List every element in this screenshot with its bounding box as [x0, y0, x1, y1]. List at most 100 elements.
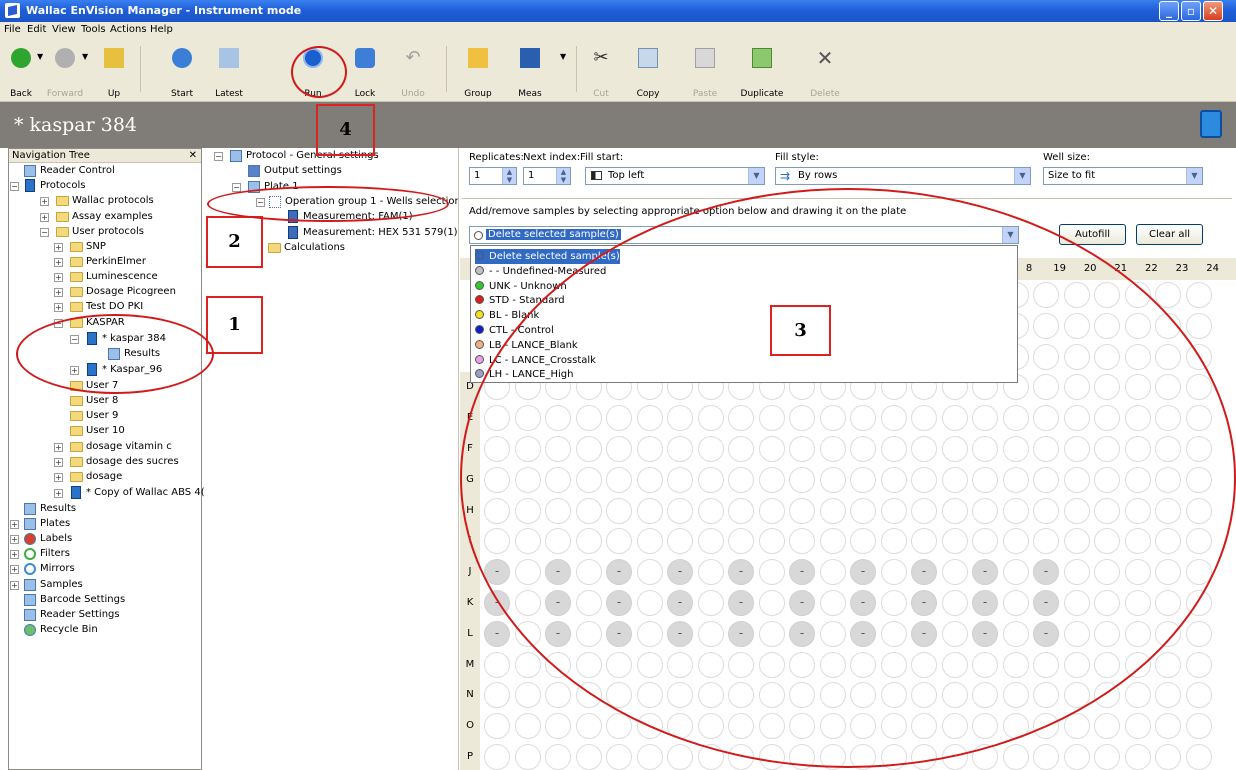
plate-well[interactable] [728, 744, 754, 770]
plate-well[interactable] [1124, 528, 1151, 555]
plate-well[interactable] [636, 713, 663, 740]
plate-well[interactable] [1155, 343, 1181, 370]
plate-well[interactable] [1185, 282, 1212, 308]
plate-well[interactable] [1124, 282, 1151, 308]
plate-well[interactable] [1094, 312, 1120, 339]
tree-item-user-7[interactable]: User 7 [70, 379, 118, 393]
plate-well[interactable] [1094, 744, 1120, 770]
expand-icon[interactable]: + [10, 550, 19, 559]
tree-item-plates[interactable]: + Plates [10, 517, 70, 531]
plate-well[interactable] [1033, 282, 1059, 308]
plate-well[interactable] [1002, 651, 1029, 678]
tree-item-dosage-vitamin-c[interactable]: + dosage vitamin c [54, 440, 172, 454]
plate-well[interactable] [880, 559, 907, 586]
plate-well[interactable] [1155, 312, 1181, 339]
forward-dropdown-arrow[interactable]: ▼ [82, 52, 88, 61]
menu-view[interactable]: View [52, 24, 76, 35]
plate-well[interactable] [941, 497, 968, 524]
plate-well[interactable] [880, 590, 907, 616]
plate-well[interactable] [941, 713, 968, 740]
plate-well[interactable] [758, 528, 785, 555]
plate-well[interactable] [941, 651, 968, 678]
plate-well[interactable] [1124, 590, 1151, 616]
plate-well[interactable] [667, 620, 693, 647]
plate-well[interactable] [850, 405, 876, 432]
plate-well[interactable] [1124, 405, 1151, 432]
plate-well[interactable] [1033, 590, 1059, 616]
plate-well[interactable] [819, 590, 846, 616]
tree-item-samples[interactable]: + Samples [10, 578, 83, 592]
plate-well[interactable] [1124, 682, 1151, 709]
expand-icon[interactable]: + [40, 213, 49, 222]
plate-well[interactable] [575, 405, 602, 432]
plate-well[interactable] [1033, 620, 1059, 647]
plate-well[interactable] [728, 713, 754, 740]
expand-icon[interactable]: + [54, 458, 63, 467]
plate-well[interactable] [1063, 312, 1090, 339]
plate-well[interactable] [880, 466, 907, 493]
plate-well[interactable] [514, 405, 541, 432]
collapse-icon[interactable]: − [70, 335, 79, 344]
plate-well[interactable] [545, 559, 571, 586]
plate-well[interactable] [1155, 744, 1181, 770]
plate-well[interactable] [697, 682, 724, 709]
plate-well[interactable] [789, 559, 815, 586]
plate-well[interactable] [1124, 559, 1151, 586]
plate-well[interactable] [1185, 312, 1212, 339]
plate-well[interactable] [606, 713, 632, 740]
plate-well[interactable] [1155, 466, 1181, 493]
plate-well[interactable] [850, 497, 876, 524]
tree-item-kaspar-384-results[interactable]: Results [108, 347, 160, 361]
plate-well[interactable] [1063, 497, 1090, 524]
plate-well[interactable] [1124, 343, 1151, 370]
plate-well[interactable] [728, 405, 754, 432]
lock-button[interactable]: Lock [344, 44, 386, 99]
plate-well[interactable] [1063, 651, 1090, 678]
plate-well[interactable] [1033, 405, 1059, 432]
plate-well[interactable] [758, 713, 785, 740]
plate-well[interactable] [1155, 374, 1181, 401]
plate-well[interactable] [758, 744, 785, 770]
plate-well[interactable] [1124, 436, 1151, 462]
plate-well[interactable] [1002, 497, 1029, 524]
protocol-operation-group-1[interactable]: − Operation group 1 - Wells selection [256, 195, 461, 209]
plate-well[interactable] [606, 620, 632, 647]
plate-well[interactable] [1155, 682, 1181, 709]
plate-well[interactable] [972, 713, 998, 740]
plate-well[interactable] [1124, 620, 1151, 647]
protocol-calculations[interactable]: Calculations [268, 241, 345, 255]
dropdown-option[interactable]: UNK - Unknown [475, 279, 567, 294]
plate-well[interactable] [850, 682, 876, 709]
plate-well[interactable] [819, 713, 846, 740]
plate-well[interactable] [911, 713, 937, 740]
plate-well[interactable] [728, 620, 754, 647]
tree-item-user-protocols[interactable]: − User protocols [40, 225, 144, 239]
plate-well[interactable] [850, 651, 876, 678]
tree-item-kaspar-96[interactable]: + * Kaspar_96 [70, 363, 162, 377]
collapse-icon[interactable]: − [10, 182, 19, 191]
plate-well[interactable] [1155, 620, 1181, 647]
paste-button[interactable]: Paste [684, 44, 726, 99]
tree-item-reader-settings[interactable]: Reader Settings [24, 608, 120, 622]
plate-well[interactable] [941, 744, 968, 770]
plate-well[interactable] [514, 713, 541, 740]
plate-well[interactable] [1033, 436, 1059, 462]
plate-well[interactable] [728, 436, 754, 462]
plate-well[interactable] [697, 528, 724, 555]
plate-well[interactable] [789, 436, 815, 462]
plate-well[interactable] [484, 559, 510, 586]
plate-well[interactable] [758, 436, 785, 462]
fill-start-select[interactable]: Top left ▼ [585, 167, 765, 185]
dropdown-option[interactable]: Delete selected sample(s) [475, 249, 620, 264]
plate-well[interactable] [484, 590, 510, 616]
plate-well[interactable] [1002, 466, 1029, 493]
plate-well[interactable] [1002, 620, 1029, 647]
plate-well[interactable] [484, 405, 510, 432]
tree-item-protocols[interactable]: − Protocols [10, 179, 86, 193]
plate-well[interactable] [636, 497, 663, 524]
plate-well[interactable] [1063, 436, 1090, 462]
expand-icon[interactable]: + [54, 288, 63, 297]
tree-item-luminescence[interactable]: + Luminescence [54, 270, 158, 284]
plate-well[interactable] [850, 590, 876, 616]
plate-well[interactable] [1155, 405, 1181, 432]
